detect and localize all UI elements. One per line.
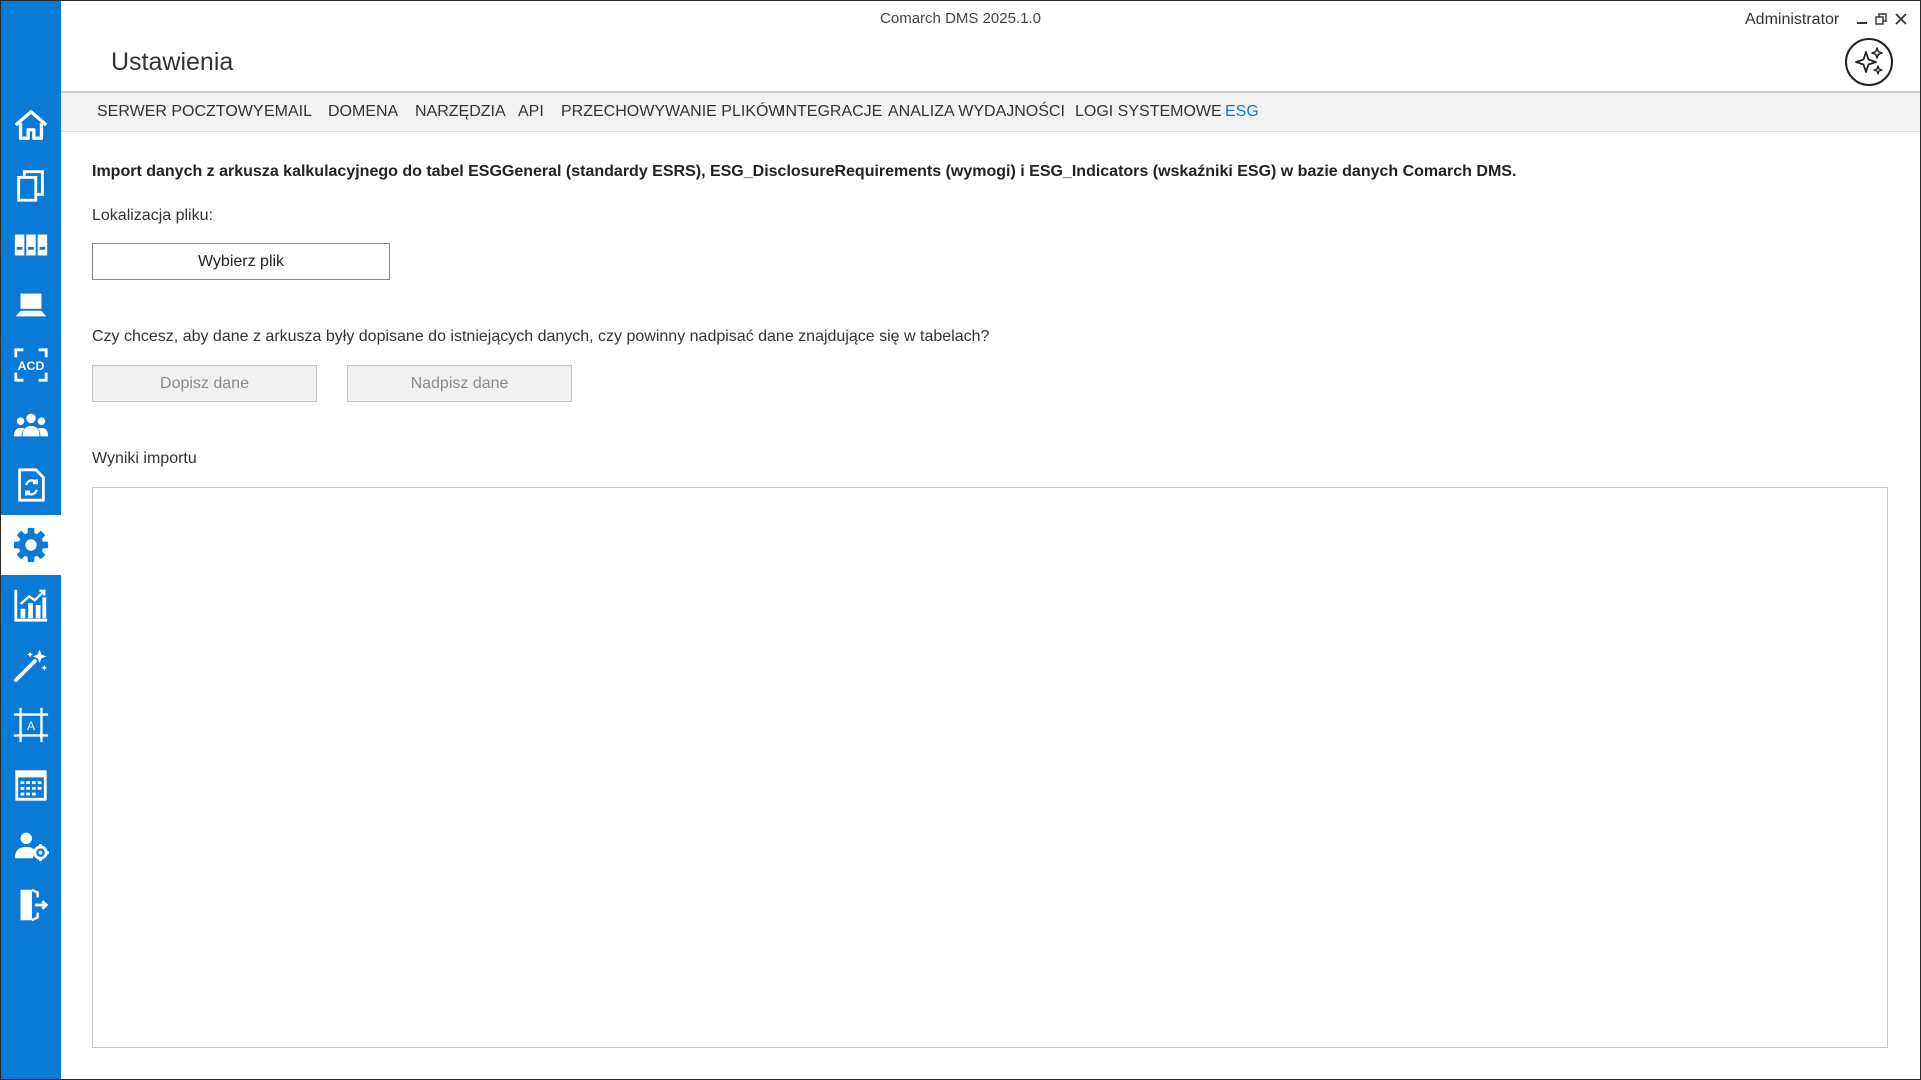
tab-logi-systemowe[interactable]: LOGI SYSTEMOWE: [1075, 103, 1222, 121]
text-frame-icon: A: [13, 707, 49, 743]
app-title: Comarch DMS 2025.1.0: [880, 10, 1041, 27]
sidebar-item-acd[interactable]: ACD: [1, 335, 61, 395]
logout-icon: [20, 888, 49, 922]
documents-icon: [17, 170, 44, 202]
sidebar-item-documents[interactable]: [1, 155, 61, 215]
document-exchange-icon: [18, 468, 45, 502]
import-results-label: Wyniki importu: [92, 450, 197, 467]
tab-email[interactable]: EMAIL: [264, 103, 312, 121]
restore-button[interactable]: [1872, 10, 1890, 28]
file-location-label: Lokalizacja pliku:: [92, 207, 213, 224]
sidebar-item-settings[interactable]: [1, 515, 61, 575]
tab-integracje[interactable]: INTEGRACJE: [781, 103, 882, 121]
sidebar-item-user-settings[interactable]: [1, 815, 61, 875]
restore-icon: [1875, 13, 1887, 25]
svg-text:ACD: ACD: [18, 359, 45, 373]
tab-api[interactable]: API: [518, 103, 544, 121]
acd-ocr-icon: ACD: [14, 348, 48, 382]
append-data-button[interactable]: Dopisz dane: [92, 365, 317, 402]
close-button[interactable]: [1892, 10, 1910, 28]
user-settings-icon: [14, 832, 50, 862]
users-icon: [13, 413, 49, 437]
magic-wand-icon: [13, 649, 48, 683]
minimize-icon: [1857, 22, 1867, 24]
sidebar-item-logout[interactable]: [1, 875, 61, 935]
ai-assistant-button[interactable]: [1845, 38, 1893, 86]
sparkles-icon: [1855, 47, 1883, 75]
close-icon: [1895, 13, 1907, 25]
sidebar-item-calendar[interactable]: [1, 755, 61, 815]
sidebar-item-automation[interactable]: [1, 635, 61, 695]
tab-narzedzia[interactable]: NARZĘDZIA: [415, 103, 506, 121]
svg-text:A: A: [27, 719, 36, 733]
tab-serwer-pocztowy[interactable]: SERWER POCZTOWY: [97, 103, 264, 121]
import-mode-question: Czy chcesz, aby dane z arkusza były dopi…: [92, 328, 990, 345]
calendar-icon: [15, 770, 47, 801]
esg-description: Import danych z arkusza kalkulacyjnego d…: [92, 163, 1517, 180]
gear-icon: [13, 527, 49, 563]
chart-icon: [14, 589, 48, 622]
sidebar-item-reports[interactable]: [1, 575, 61, 635]
binders-icon: [14, 234, 48, 256]
sidebar-item-home[interactable]: [1, 95, 61, 155]
home-icon: [14, 110, 48, 140]
sidebar-item-workstation[interactable]: [1, 275, 61, 335]
page-title: Ustawienia: [111, 48, 234, 76]
sidebar-item-users[interactable]: [1, 395, 61, 455]
user-name[interactable]: Administrator: [1745, 11, 1839, 29]
minimize-button[interactable]: [1853, 10, 1871, 28]
sidebar-item-templates[interactable]: A: [1, 695, 61, 755]
tab-esg[interactable]: ESG: [1225, 103, 1259, 121]
tab-przechowywanie-plikow[interactable]: PRZECHOWYWANIE PLIKÓW: [561, 103, 784, 121]
sidebar-item-binders[interactable]: [1, 215, 61, 275]
sidebar: ACD A: [1, 1, 61, 1079]
settings-tab-bar: SERWER POCZTOWY EMAIL DOMENA NARZĘDZIA A…: [61, 91, 1920, 132]
choose-file-button[interactable]: Wybierz plik: [92, 243, 390, 280]
overwrite-data-button[interactable]: Nadpisz dane: [347, 365, 572, 402]
tab-analiza-wydajnosci[interactable]: ANALIZA WYDAJNOŚCI: [888, 103, 1065, 121]
import-results-area[interactable]: [92, 487, 1888, 1048]
laptop-icon: [15, 293, 47, 317]
sidebar-item-document-workflow[interactable]: [1, 455, 61, 515]
tab-domena[interactable]: DOMENA: [328, 103, 398, 121]
